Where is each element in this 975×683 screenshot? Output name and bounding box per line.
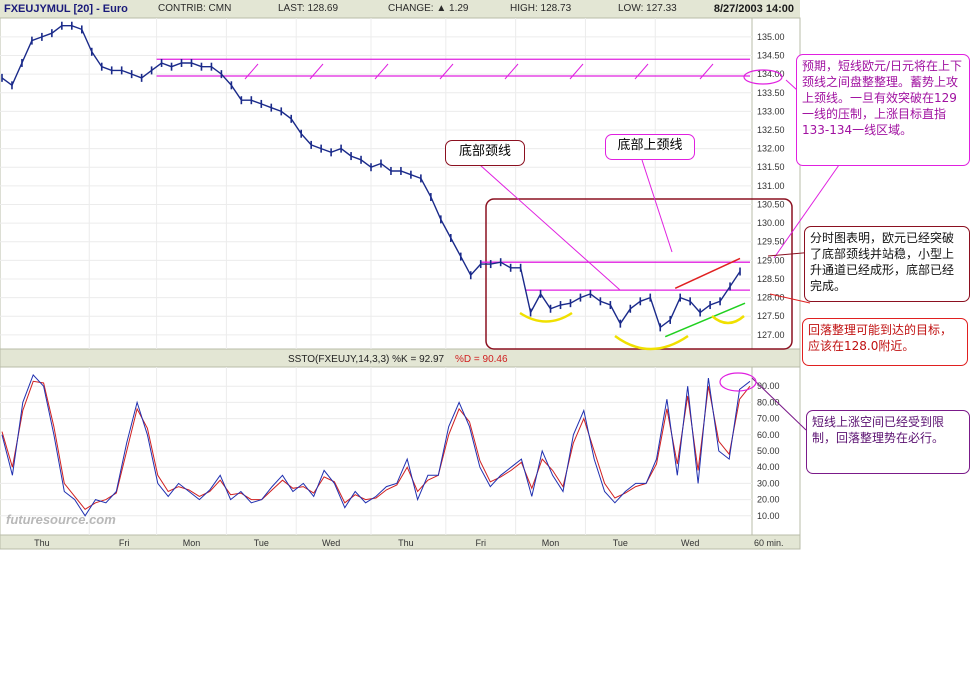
- price-tick-label: 130.00: [757, 218, 785, 228]
- time-axis-label: Mon: [542, 538, 560, 548]
- forecast-note: 预期，短线欧元/日元将在上下颈线之间盘整整理。蓄势上攻上颈线。一旦有效突破在12…: [796, 54, 970, 166]
- stoch-tick-label: 80.00: [757, 397, 780, 407]
- hourly-note: 分时图表明，欧元已经突破了底部颈线并站稳，小型上升通道已经成形，底部已经完成。: [804, 226, 970, 302]
- time-axis-label: Mon: [183, 538, 201, 548]
- price-tick-label: 127.50: [757, 311, 785, 321]
- stoch-tick-label: 20.00: [757, 495, 780, 505]
- stoch-tick-label: 30.00: [757, 478, 780, 488]
- upper-neckline-label-box: 底部上颈线: [605, 134, 695, 160]
- price-tick-label: 129.50: [757, 237, 785, 247]
- stoch-d-label: %D = 90.46: [455, 354, 508, 365]
- price-tick-label: 133.00: [757, 106, 785, 116]
- upper-neckline-label: 底部上颈线: [617, 138, 683, 153]
- stoch-tick-label: 10.00: [757, 511, 780, 521]
- price-panel-frame: [0, 17, 753, 350]
- stoch-tick-label: 50.00: [757, 446, 780, 456]
- stoch-axis-ticks: 90.0080.0070.0060.0050.0040.0030.0020.00…: [757, 381, 780, 521]
- retrace-note: 回落整理可能到达的目标，应该在128.0附近。: [802, 318, 968, 366]
- price-tick-label: 129.00: [757, 255, 785, 265]
- neckline-label-box: 底部颈线: [445, 140, 525, 166]
- time-axis-label: Tue: [254, 538, 269, 548]
- time-axis-label: Fri: [119, 538, 130, 548]
- time-axis-label: Fri: [475, 538, 486, 548]
- stoch-tick-label: 60.00: [757, 430, 780, 440]
- stoch-note: 短线上涨空间已经受到限制，回落整理势在必行。: [806, 410, 970, 474]
- price-tick-label: 135.00: [757, 32, 785, 42]
- price-axis-ticks: 135.00134.50134.00133.50133.00132.50132.…: [757, 32, 785, 340]
- time-axis-label: Thu: [398, 538, 414, 548]
- price-tick-label: 131.50: [757, 162, 785, 172]
- time-axis-label: Wed: [681, 538, 699, 548]
- price-tick-label: 132.50: [757, 125, 785, 135]
- stoch-tick-label: 40.00: [757, 462, 780, 472]
- time-axis-label: Thu: [34, 538, 50, 548]
- neckline-label: 底部颈线: [458, 144, 511, 159]
- price-tick-label: 134.50: [757, 51, 785, 61]
- price-tick-label: 131.00: [757, 181, 785, 191]
- interval-label: 60 min.: [754, 538, 784, 548]
- price-tick-label: 130.50: [757, 199, 785, 209]
- time-axis-label: Tue: [613, 538, 628, 548]
- watermark: futuresource.com: [6, 512, 116, 527]
- stoch-tick-label: 70.00: [757, 414, 780, 424]
- stoch-header-label: SSTO(FXEUJY,14,3,3) %K = 92.97: [288, 354, 445, 365]
- price-tick-label: 132.00: [757, 144, 785, 154]
- price-tick-label: 128.50: [757, 274, 785, 284]
- price-tick-label: 127.00: [757, 330, 785, 340]
- price-tick-label: 133.50: [757, 88, 785, 98]
- time-axis-label: Wed: [322, 538, 340, 548]
